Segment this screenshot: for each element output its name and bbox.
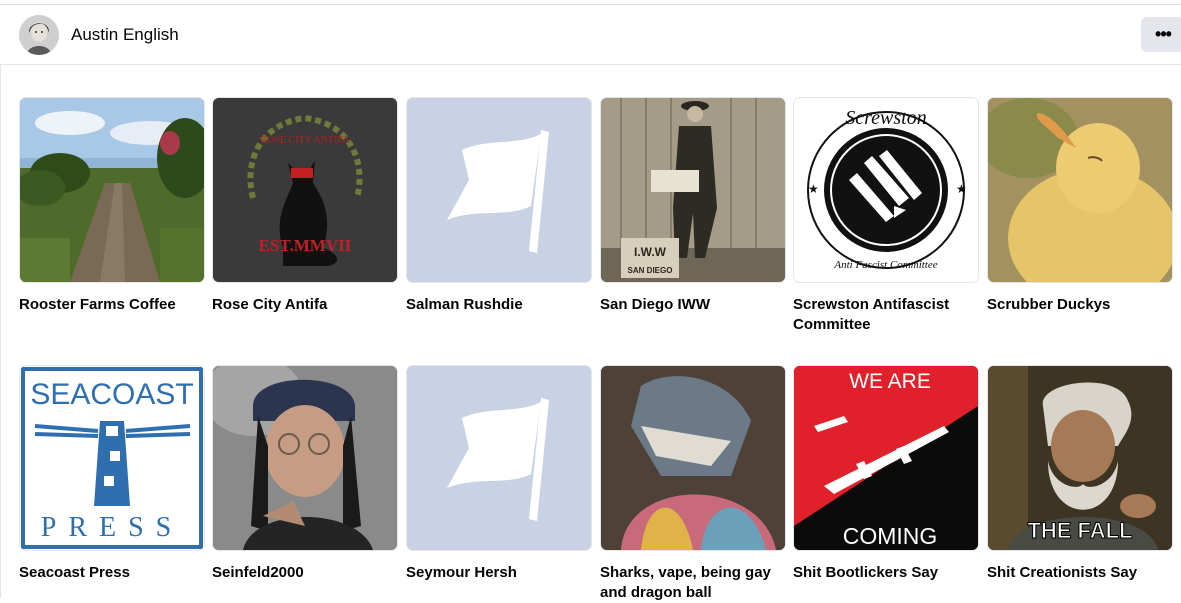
svg-text:SAN DIEGO: SAN DIEGO	[628, 266, 673, 275]
svg-text:COMING: COMING	[843, 523, 938, 549]
page-name[interactable]: Scrubber Duckys	[987, 295, 1173, 315]
shark-hoodie-image-icon	[601, 366, 785, 550]
left-divider	[0, 65, 1, 598]
red-black-flag-image-icon: WE ARE COMING	[794, 366, 978, 550]
page-name[interactable]: Seacoast Press	[19, 563, 205, 583]
page-name[interactable]: Seymour Hersh	[406, 563, 592, 583]
page-thumbnail[interactable]	[406, 97, 592, 283]
page-name[interactable]: Rose City Antifa	[212, 295, 398, 315]
page-thumbnail[interactable]	[600, 365, 786, 551]
svg-text:THE FALL: THE FALL	[1027, 518, 1132, 543]
person-portrait-avatar-icon	[19, 15, 59, 55]
svg-text:★: ★	[808, 182, 819, 196]
svg-text:PRESS: PRESS	[41, 512, 184, 543]
page-name[interactable]: Screwston Antifascist Committee	[793, 295, 979, 335]
page-thumbnail[interactable]: I.W.W SAN DIEGO	[600, 97, 786, 283]
page-thumbnail[interactable]: Screwston Anti Fascist Committee ★ ★	[793, 97, 979, 283]
page-thumbnail[interactable]	[19, 97, 205, 283]
page-name[interactable]: San Diego IWW	[600, 295, 786, 315]
page-name[interactable]: Shit Bootlickers Say	[793, 563, 979, 583]
ellipsis-icon: •••	[1155, 24, 1172, 44]
page-thumbnail[interactable]	[406, 365, 592, 551]
svg-text:ROSE CITY ANTIFA: ROSE CITY ANTIFA	[261, 135, 351, 146]
page-thumbnail[interactable]: ROSE CITY ANTIFA EST.MMVII	[212, 97, 398, 283]
default-flag-icon	[407, 98, 591, 282]
default-flag-icon	[407, 366, 591, 550]
svg-text:SEACOAST: SEACOAST	[30, 378, 193, 411]
farm-road-photo-icon	[20, 98, 204, 282]
page-thumbnail[interactable]	[987, 97, 1173, 283]
profile-avatar[interactable]	[19, 15, 59, 55]
page-thumbnail[interactable]: SEACOAST PRESS	[19, 365, 205, 551]
page-name[interactable]: Salman Rushdie	[406, 295, 592, 315]
screws-logo-icon: Screwston Anti Fascist Committee ★ ★	[794, 98, 978, 282]
page-name[interactable]: Rooster Farms Coffee	[19, 295, 205, 315]
more-options-button[interactable]: •••	[1141, 17, 1181, 52]
svg-text:I.W.W: I.W.W	[634, 245, 667, 259]
profile-name[interactable]: Austin English	[71, 25, 179, 45]
ancient-aliens-meme-icon: THE FALL	[988, 366, 1172, 550]
page-thumbnail[interactable]	[212, 365, 398, 551]
lighthouse-logo-icon: SEACOAST PRESS	[20, 366, 204, 550]
page-name[interactable]: Shit Creationists Say	[987, 563, 1173, 583]
svg-text:EST.MMVII: EST.MMVII	[259, 236, 352, 255]
profile-header: Austin English •••	[0, 5, 1181, 65]
page-thumbnail[interactable]: WE ARE COMING	[793, 365, 979, 551]
svg-text:Anti Fascist Committee: Anti Fascist Committee	[833, 259, 937, 271]
black-cat-logo-icon: ROSE CITY ANTIFA EST.MMVII	[213, 98, 397, 282]
duckling-photo-icon	[988, 98, 1172, 282]
page-name[interactable]: Seinfeld2000	[212, 563, 398, 583]
vintage-man-photo-icon: I.W.W SAN DIEGO	[601, 98, 785, 282]
seinfeld-meme-photo-icon	[213, 366, 397, 550]
svg-text:Screwston: Screwston	[845, 107, 926, 129]
page-thumbnail[interactable]: THE FALL	[987, 365, 1173, 551]
svg-text:★: ★	[956, 182, 967, 196]
page-name[interactable]: Sharks, vape, being gay and dragon ball	[600, 563, 786, 603]
svg-text:WE ARE: WE ARE	[849, 370, 931, 393]
